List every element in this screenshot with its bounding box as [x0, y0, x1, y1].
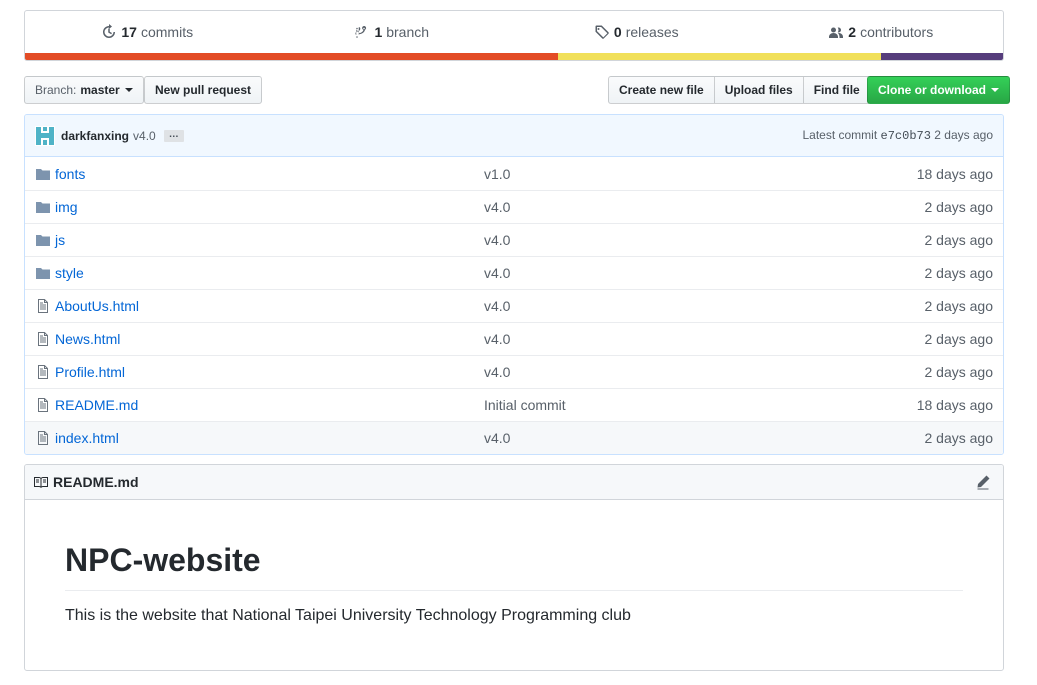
- file-commit-message[interactable]: v4.0: [484, 331, 784, 347]
- readme-panel: README.md NPC-website This is the websit…: [24, 464, 1004, 671]
- language-segment[interactable]: [25, 53, 558, 60]
- file-name-link[interactable]: README.md: [55, 397, 455, 413]
- file-actions-group: Create new file Upload files Find file: [608, 76, 871, 104]
- pencil-icon[interactable]: [975, 474, 991, 490]
- dropdown-caret-icon: [991, 88, 999, 92]
- file-icon: [38, 365, 48, 379]
- language-bar[interactable]: [25, 53, 1003, 60]
- commit-sha-link[interactable]: e7c0b73: [881, 129, 931, 143]
- readme-filename: README.md: [53, 474, 139, 490]
- avatar[interactable]: [35, 125, 55, 146]
- branch-name: master: [80, 83, 120, 97]
- contributors-link[interactable]: 2 contributors: [759, 11, 1004, 53]
- file-name-link[interactable]: Profile.html: [55, 364, 455, 380]
- file-commit-message[interactable]: v4.0: [484, 265, 784, 281]
- book-icon: [34, 477, 48, 488]
- folder-icon: [36, 235, 50, 246]
- commit-age: 2 days ago: [934, 128, 993, 142]
- file-age: 2 days ago: [924, 199, 994, 215]
- folder-icon: [36, 168, 50, 180]
- releases-link[interactable]: 0 releases: [514, 11, 759, 53]
- file-age: 2 days ago: [924, 364, 994, 380]
- commit-message-link[interactable]: v4.0: [133, 129, 156, 143]
- table-row: AboutUs.html v4.0 2 days ago: [25, 289, 1003, 322]
- repo-summary: 17 commits 1 branch 0 releases 2 contrib…: [24, 10, 1004, 61]
- branch-select-button[interactable]: Branch: master: [24, 76, 144, 104]
- latest-commit-label: Latest commit: [802, 128, 878, 142]
- readme-title: NPC-website: [65, 540, 963, 591]
- commits-count: 17: [121, 24, 137, 40]
- file-name-link[interactable]: style: [55, 265, 455, 281]
- table-row: js v4.0 2 days ago: [25, 223, 1003, 256]
- folder-icon: [36, 268, 50, 279]
- file-commit-message[interactable]: v4.0: [484, 430, 784, 446]
- file-age: 18 days ago: [916, 397, 993, 413]
- file-icon: [38, 299, 48, 313]
- file-name-link[interactable]: js: [55, 232, 455, 248]
- commits-label: commits: [140, 24, 194, 40]
- file-commit-message[interactable]: v1.0: [484, 166, 784, 182]
- expand-commit-button[interactable]: …: [163, 129, 184, 142]
- file-rows: fonts v1.0 18 days ago img v4.0 2 days ago js v…: [25, 157, 1003, 454]
- file-age: 2 days ago: [924, 265, 994, 281]
- upload-files-button[interactable]: Upload files: [713, 76, 804, 104]
- language-segment[interactable]: [558, 53, 881, 60]
- table-row: README.md Initial commit 18 days ago: [25, 388, 1003, 421]
- dropdown-caret-icon: [124, 88, 133, 92]
- file-name-link[interactable]: News.html: [55, 331, 455, 347]
- commit-author-link[interactable]: darkfanxing: [61, 129, 129, 143]
- table-row: img v4.0 2 days ago: [25, 190, 1003, 223]
- file-commit-message[interactable]: v4.0: [484, 364, 784, 380]
- contributors-count: 2: [848, 24, 857, 40]
- file-age: 2 days ago: [924, 430, 994, 446]
- file-commit-message[interactable]: Initial commit: [484, 397, 784, 413]
- branch-icon: [355, 26, 367, 38]
- clone-label: Clone or download: [878, 83, 986, 97]
- releases-label: releases: [625, 24, 679, 40]
- table-row: fonts v1.0 18 days ago: [25, 157, 1003, 190]
- latest-commit-info: Latest commit e7c0b73 2 days ago: [802, 128, 993, 143]
- find-file-button[interactable]: Find file: [802, 76, 871, 104]
- branches-count: 1: [374, 24, 383, 40]
- new-pull-request-button[interactable]: New pull request: [144, 76, 263, 104]
- file-icon: [38, 398, 48, 412]
- file-commit-message[interactable]: v4.0: [484, 232, 784, 248]
- readme-header: README.md: [25, 465, 1003, 500]
- file-age: 2 days ago: [924, 232, 994, 248]
- branches-link[interactable]: 1 branch: [270, 11, 515, 53]
- readme-description: This is the website that National Taipei…: [65, 607, 631, 624]
- file-icon: [38, 332, 48, 346]
- file-icon: [38, 431, 48, 445]
- people-icon: [829, 27, 844, 38]
- branches-label: branch: [386, 24, 430, 40]
- tag-icon: [595, 25, 609, 39]
- clone-download-button[interactable]: Clone or download: [867, 76, 1010, 104]
- table-row: News.html v4.0 2 days ago: [25, 322, 1003, 355]
- file-name-link[interactable]: index.html: [55, 430, 455, 446]
- readme-content: NPC-website This is the website that Nat…: [25, 500, 1003, 625]
- history-icon: [103, 24, 116, 38]
- create-new-file-button[interactable]: Create new file: [608, 76, 715, 104]
- table-row: style v4.0 2 days ago: [25, 256, 1003, 289]
- file-age: 2 days ago: [924, 331, 994, 347]
- file-name-link[interactable]: AboutUs.html: [55, 298, 455, 314]
- file-commit-message[interactable]: v4.0: [484, 298, 784, 314]
- file-age: 2 days ago: [924, 298, 994, 314]
- file-age: 18 days ago: [916, 165, 993, 182]
- language-segment[interactable]: [880, 53, 1003, 60]
- releases-count: 0: [613, 24, 622, 40]
- file-commit-message[interactable]: v4.0: [484, 199, 784, 215]
- commits-link[interactable]: 17 commits: [25, 11, 270, 53]
- contributors-label: contributors: [860, 24, 934, 40]
- folder-icon: [36, 202, 50, 213]
- file-name-link[interactable]: img: [55, 199, 455, 215]
- file-name-link[interactable]: fonts: [55, 166, 455, 182]
- table-row: index.html v4.0 2 days ago: [25, 421, 1003, 454]
- latest-commit-bar: darkfanxing v4.0 … Latest commit e7c0b73…: [25, 115, 1003, 157]
- file-listing: darkfanxing v4.0 … Latest commit e7c0b73…: [24, 114, 1004, 455]
- branch-prefix: Branch:: [35, 83, 77, 97]
- table-row: Profile.html v4.0 2 days ago: [25, 355, 1003, 388]
